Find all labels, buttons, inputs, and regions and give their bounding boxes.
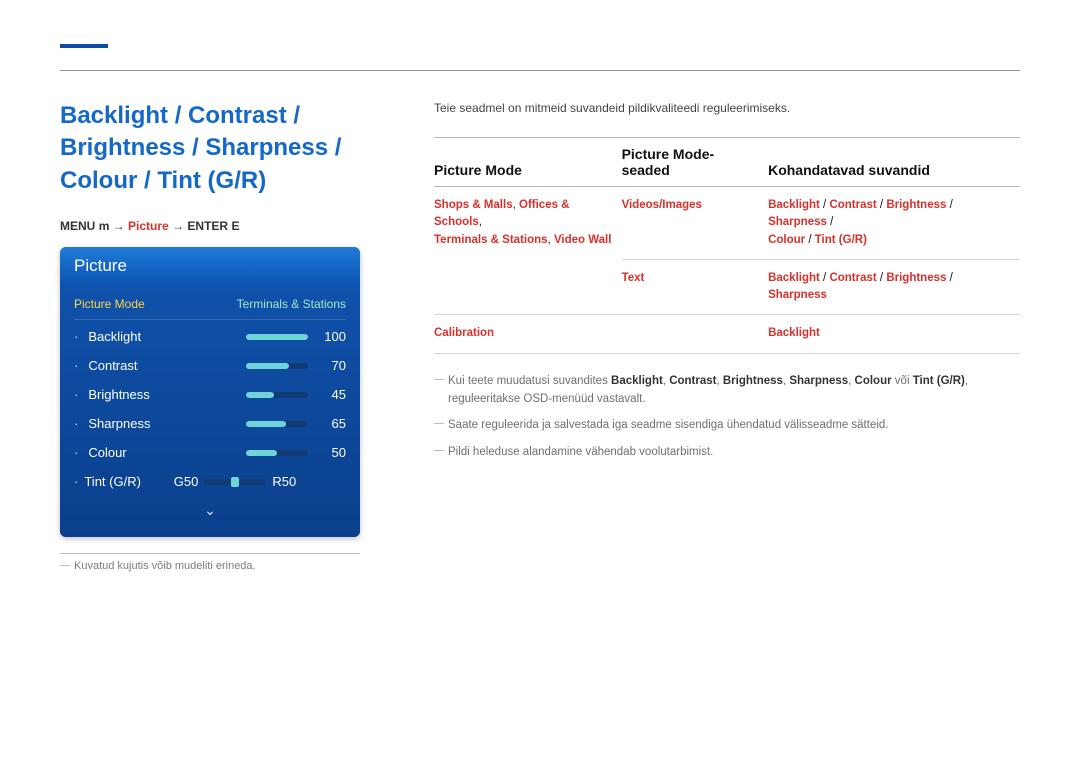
note-item: Saate reguleerida ja salvestada iga sead… [434,416,1020,434]
th-mode-settings: Picture Mode-seaded [622,138,769,187]
modes-table: Picture Mode Picture Mode-seaded Kohanda… [434,137,1020,354]
note-item: Kui teete muudatusi suvandites Backlight… [434,372,1020,409]
osd-row-backlight[interactable]: · Backlight 100 [74,322,346,351]
osd-panel: Picture Picture Mode Terminals & Station… [60,247,360,537]
osd-row-contrast[interactable]: · Contrast 70 [74,351,346,380]
note-divider [60,553,360,554]
osd-row-tint[interactable]: · Tint (G/R) G50 R50 [74,467,346,496]
intro-text: Teie seadmel on mitmeid suvandeid pildik… [434,101,1020,115]
osd-row-brightness[interactable]: · Brightness 45 [74,380,346,409]
accent-bar [60,44,108,48]
th-adjustable: Kohandatavad suvandid [768,138,1020,187]
osd-row-sharpness[interactable]: · Sharpness 65 [74,409,346,438]
top-rule [60,70,1020,71]
th-picture-mode: Picture Mode [434,138,622,187]
notes-list: Kui teete muudatusi suvandites Backlight… [434,372,1020,462]
osd-row-colour[interactable]: · Colour 50 [74,438,346,467]
menu-path: MENU m → Picture → ENTER E [60,219,400,233]
osd-title: Picture [60,247,360,285]
note-item: Pildi heleduse alandamine vähendab voolu… [434,443,1020,461]
osd-more-icon[interactable]: ⌄ [74,496,346,519]
left-column: Backlight / Contrast / Brightness / Shar… [60,100,400,572]
osd-mode-row[interactable]: Picture Mode Terminals & Stations [74,291,346,320]
right-column: Teie seadmel on mitmeid suvandeid pildik… [434,100,1020,572]
table-row: Shops & Malls, Offices & Schools, Termin… [434,187,1020,260]
table-row: Calibration Backlight [434,315,1020,353]
page-title: Backlight / Contrast / Brightness / Shar… [60,100,400,197]
image-disclaimer: Kuvatud kujutis võib mudeliti erineda. [60,560,400,572]
